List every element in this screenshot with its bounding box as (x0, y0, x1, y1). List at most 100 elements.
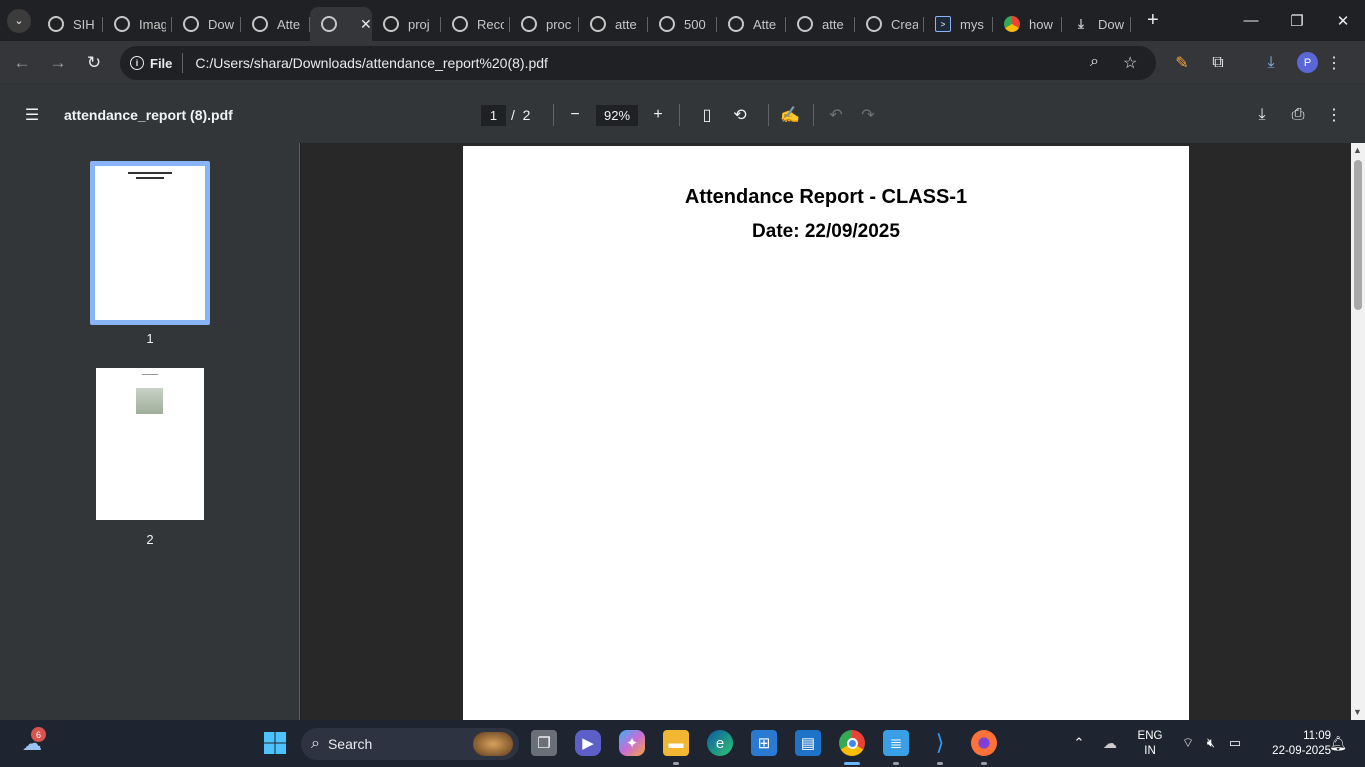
scroll-up-arrow-icon[interactable]: ▲ (1353, 145, 1362, 155)
browser-tab[interactable]: ✕ (310, 7, 372, 41)
notification-bell-icon[interactable]: 🔔︎ (1325, 730, 1351, 756)
file-chip-label: File (150, 55, 173, 71)
microsoft-store-icon[interactable]: ⊞ (751, 730, 777, 756)
tab-title: proj (408, 16, 430, 32)
file-explorer-icon[interactable]: ▬ (663, 730, 689, 756)
new-tab-plus-icon[interactable]: + (1147, 9, 1159, 32)
thumbnail-number: 2 (146, 532, 154, 547)
browser-tab[interactable]: ⤓ Dow (1062, 7, 1131, 41)
notepad-icon[interactable]: ≣ (883, 730, 909, 756)
app-icon (383, 16, 399, 32)
browser-tab[interactable]: Atte (241, 7, 310, 41)
site-info-chip[interactable]: i File (130, 53, 184, 73)
zoom-input[interactable]: 92% (596, 105, 638, 126)
task-view-icon[interactable]: ❐ (531, 730, 557, 756)
browser-tab[interactable]: how (993, 7, 1062, 41)
tab-title: Dow (1098, 16, 1125, 32)
meet-camera-icon[interactable]: ▶ (575, 730, 601, 756)
sidebar-menu-icon[interactable]: ☰ (21, 104, 43, 126)
browser-toolbar: ← → ↻ i File C:/Users/shara/Downloads/at… (0, 41, 1365, 85)
annotate-pen-icon[interactable]: ✍ (779, 104, 801, 126)
taskbar-search[interactable]: ⌕ Search (301, 728, 519, 760)
show-hidden-icons-chevron-icon[interactable]: ⌃ (1066, 730, 1092, 756)
forward-arrow-icon[interactable]: → (46, 51, 70, 75)
undo-icon[interactable]: ↶ (825, 104, 847, 126)
report-heading: Attendance Report - CLASS-1 (684, 186, 968, 208)
redo-icon[interactable]: ↷ (857, 104, 879, 126)
firefox-icon[interactable] (971, 730, 997, 756)
minimize-icon[interactable]: — (1228, 0, 1274, 41)
chrome-center-dot (846, 737, 858, 749)
pdf-viewport[interactable]: Attendance Report - CLASS-1 Date: 22/09/… (301, 143, 1351, 720)
browser-tab[interactable]: > mys (924, 7, 993, 41)
close-tab-icon[interactable]: ✕ (360, 16, 372, 33)
browser-tab[interactable]: Dow (172, 7, 241, 41)
zoom-out-icon[interactable]: − (564, 104, 586, 126)
downloads-icon[interactable]: ⤓ (1260, 52, 1282, 74)
windows-start-icon[interactable] (262, 730, 288, 756)
browser-tab[interactable]: proj (372, 7, 441, 41)
print-icon[interactable]: ⎙ (1287, 104, 1309, 126)
language-code: ENG (1137, 730, 1163, 742)
thumbnail-heading-line (128, 172, 172, 174)
copilot-icon[interactable]: ✦ (619, 730, 645, 756)
fit-page-icon[interactable]: ▯ (696, 104, 718, 126)
rotate-icon[interactable]: ⟲ (729, 104, 751, 126)
zoom-in-icon[interactable]: + (647, 104, 669, 126)
download-pdf-icon[interactable]: ⤓ (1251, 104, 1273, 126)
zoom-magnifier-icon[interactable]: ⌕ (1090, 53, 1099, 71)
scroll-thumb[interactable] (1354, 160, 1362, 310)
region-code: IN (1144, 745, 1156, 757)
scroll-down-arrow-icon[interactable]: ▼ (1353, 707, 1362, 717)
globe-icon (590, 16, 606, 32)
pdf-title: attendance_report (8).pdf (64, 107, 233, 123)
volume-muted-icon[interactable]: 🔇︎ (1198, 730, 1224, 756)
running-indicator (893, 762, 899, 765)
close-window-icon[interactable]: ✕ (1320, 0, 1365, 41)
restore-icon[interactable]: ❐ (1274, 0, 1320, 41)
tab-title: atte (615, 16, 637, 32)
more-actions-icon[interactable]: ⋮ (1323, 104, 1345, 126)
browser-tab[interactable]: proc (510, 7, 579, 41)
browser-menu-icon[interactable]: ⋮ (1323, 52, 1345, 74)
tab-search-chevron-icon[interactable]: ⌄ (7, 8, 31, 33)
url-text[interactable]: C:/Users/shara/Downloads/attendance_repo… (195, 55, 548, 71)
reader-app-icon[interactable]: ▤ (795, 730, 821, 756)
browser-tab[interactable]: Imag (103, 7, 172, 41)
page-number-input[interactable]: 1 (481, 105, 506, 126)
tab-title: mys (960, 16, 984, 32)
tab-title: atte (822, 16, 844, 32)
vscode-icon[interactable]: ⟩ (927, 730, 953, 756)
reload-icon[interactable]: ↻ (82, 51, 106, 75)
chrome-taskbar-icon[interactable] (839, 730, 865, 756)
browser-tab[interactable]: 500 (648, 7, 717, 41)
thumbnail-page-1[interactable] (90, 161, 210, 325)
clock[interactable]: 11:09 22-09-2025 (1255, 729, 1331, 759)
address-bar[interactable]: i File C:/Users/shara/Downloads/attendan… (120, 46, 1156, 80)
edge-icon[interactable]: e (707, 730, 733, 756)
tab-title: Imag (139, 16, 166, 32)
battery-icon[interactable]: ▭ (1222, 730, 1248, 756)
running-indicator (981, 762, 987, 765)
input-language[interactable]: ENG IN (1133, 729, 1167, 759)
google-icon (1004, 16, 1020, 32)
vertical-scrollbar[interactable]: ▲ ▼ (1351, 143, 1365, 720)
thumbnail-page-2[interactable] (96, 368, 204, 520)
bookmark-star-icon[interactable]: ☆ (1123, 53, 1137, 73)
browser-tab[interactable]: Atte (717, 7, 786, 41)
browser-tab[interactable]: Reco (441, 7, 510, 41)
browser-tab[interactable]: atte (786, 7, 855, 41)
globe-icon (521, 16, 537, 32)
search-icon: ⌕ (311, 735, 320, 752)
browser-tab[interactable]: atte (579, 7, 648, 41)
terminal-icon: > (935, 16, 951, 32)
tab-title: Reco (477, 16, 504, 32)
browser-tab[interactable]: SIH (37, 7, 103, 41)
browser-tab[interactable]: Crea (855, 7, 924, 41)
onedrive-error-icon[interactable]: ☁ (1097, 730, 1123, 756)
profile-avatar[interactable]: P (1297, 52, 1318, 73)
pencil-extension-icon[interactable]: ✎ (1171, 52, 1193, 74)
extensions-puzzle-icon[interactable]: ⧉ (1207, 52, 1229, 74)
back-arrow-icon[interactable]: ← (10, 51, 34, 75)
tab-title: Dow (208, 16, 235, 32)
